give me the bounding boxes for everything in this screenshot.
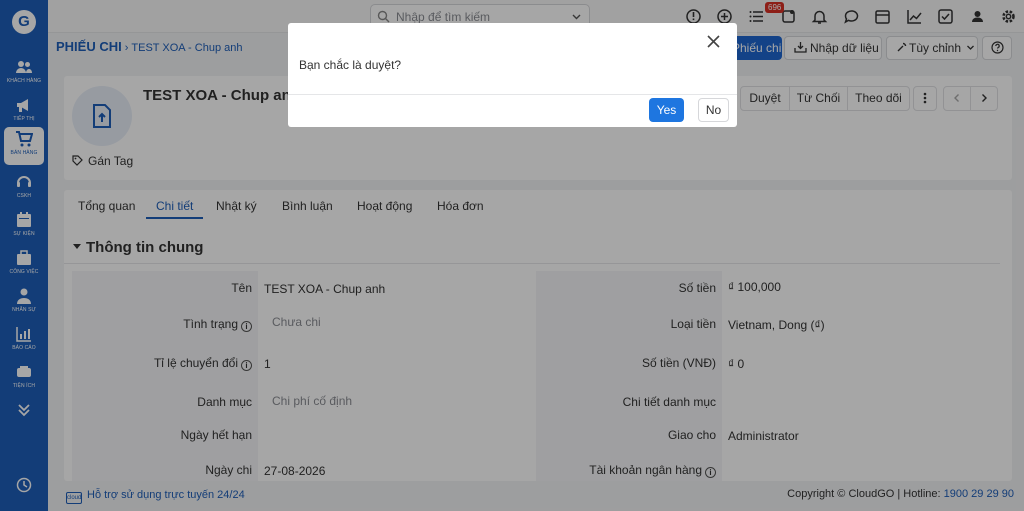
- close-icon[interactable]: [707, 35, 720, 48]
- dialog-divider: [288, 94, 737, 95]
- yes-button[interactable]: Yes: [649, 98, 684, 122]
- no-button[interactable]: No: [698, 98, 729, 122]
- confirm-dialog: Bạn chắc là duyệt? Yes No: [288, 23, 737, 127]
- confirm-message: Bạn chắc là duyệt?: [299, 58, 402, 72]
